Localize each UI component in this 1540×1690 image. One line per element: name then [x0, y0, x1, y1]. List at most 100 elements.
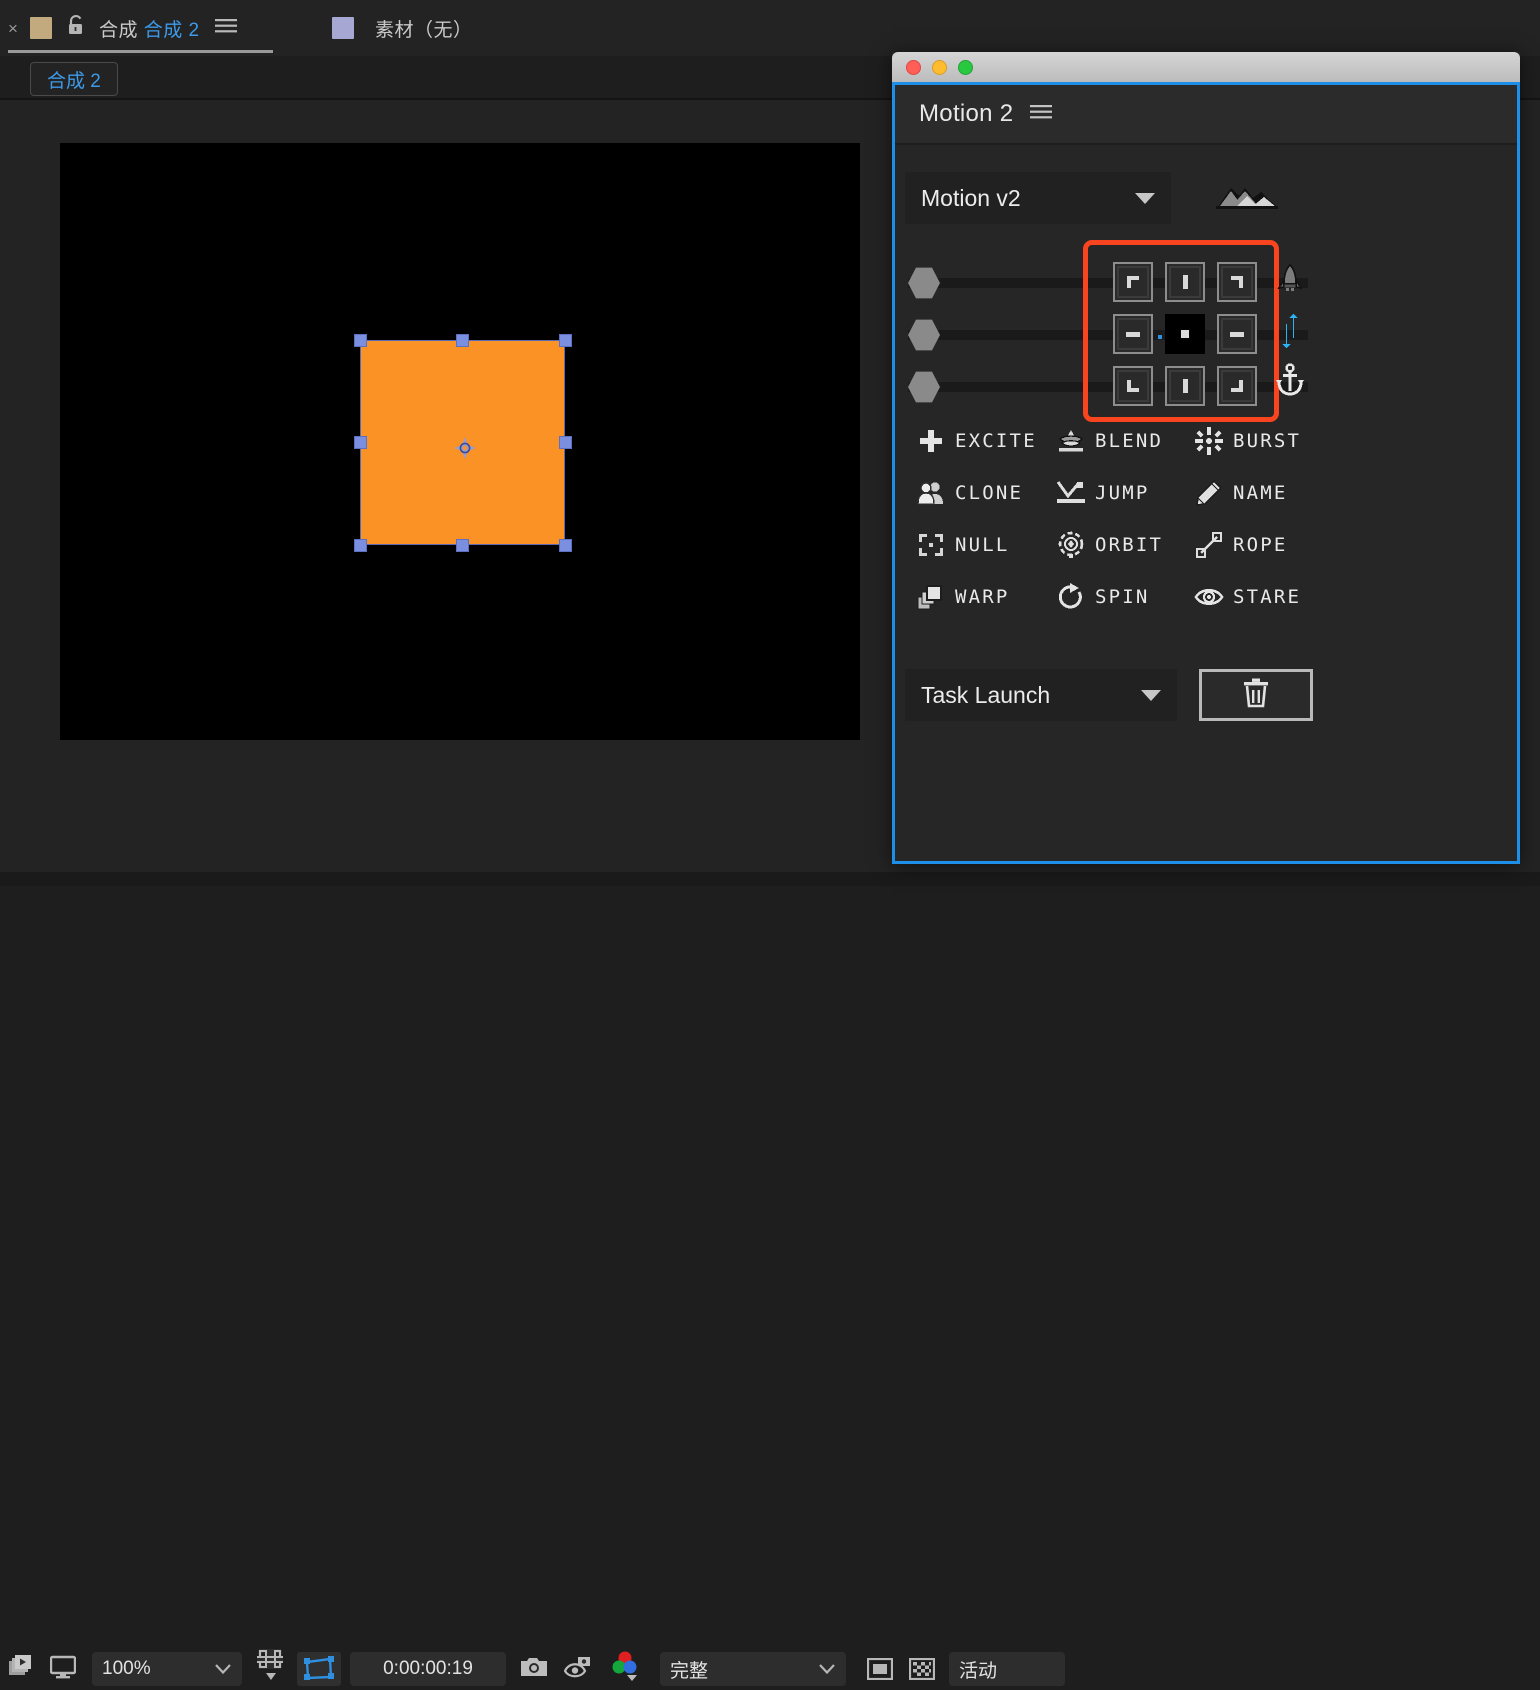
anchor-point-grid[interactable] — [1107, 256, 1263, 412]
resolution-dropdown[interactable]: 完整 — [660, 1652, 846, 1686]
take-snapshot-stack-icon[interactable] — [8, 1654, 34, 1685]
lock-icon[interactable] — [65, 14, 87, 43]
timecode-field[interactable]: 0:00:00:19 — [350, 1652, 506, 1686]
mountains-icon[interactable] — [1211, 178, 1285, 217]
tool-label: SPIN — [1095, 586, 1150, 608]
tool-excite[interactable]: EXCITE — [916, 425, 1056, 457]
zoom-level-dropdown[interactable]: 100% — [92, 1652, 242, 1686]
tab-label-prefix: 合成 — [98, 19, 138, 41]
selection-handle-middle-left[interactable] — [354, 436, 367, 449]
rocket-icon[interactable] — [1275, 263, 1305, 304]
motion-2-header: Motion 2 — [895, 85, 1517, 143]
jump-icon — [1056, 479, 1086, 507]
close-icon[interactable]: × — [8, 20, 18, 37]
task-launch-row: Task Launch — [905, 669, 1505, 721]
warp-icon — [916, 583, 946, 611]
tool-label: ORBIT — [1095, 534, 1164, 556]
tool-jump[interactable]: JUMP — [1056, 477, 1194, 509]
preset-dropdown[interactable]: Motion v2 — [905, 172, 1171, 224]
selection-handle-bottom-left[interactable] — [354, 539, 367, 552]
tool-burst[interactable]: BURST — [1194, 425, 1316, 457]
trash-icon — [1241, 677, 1271, 714]
anchor-bottom-center[interactable] — [1159, 360, 1211, 412]
monitor-icon[interactable] — [49, 1655, 77, 1684]
snapshot-camera-icon[interactable] — [520, 1655, 548, 1684]
tool-clone[interactable]: CLONE — [916, 477, 1056, 509]
selection-handle-bottom-right[interactable] — [559, 539, 572, 552]
tool-orbit[interactable]: ORBIT — [1056, 529, 1194, 561]
active-tab-underline — [8, 50, 273, 53]
clone-icon — [916, 479, 946, 507]
tool-label: NULL — [955, 534, 1010, 556]
panel-menu-icon[interactable] — [214, 17, 238, 40]
anchor-top-left[interactable] — [1107, 256, 1159, 308]
tab-footage-label: 素材（无） — [375, 19, 473, 41]
eye-icon — [1194, 583, 1224, 611]
zoom-lamp[interactable] — [958, 59, 973, 75]
tool-null[interactable]: NULL — [916, 529, 1056, 561]
close-lamp[interactable] — [906, 59, 921, 75]
slider-handle-3[interactable] — [908, 371, 940, 403]
motion-2-window[interactable]: Motion 2 Motion v2 EXCITE BLEND BURST CL… — [892, 52, 1520, 864]
zoom-level-value: 100% — [102, 1658, 151, 1679]
anchor-top-center[interactable] — [1159, 256, 1211, 308]
show-snapshot-icon[interactable] — [563, 1655, 594, 1684]
composition-canvas[interactable] — [60, 143, 860, 740]
tool-label: EXCITE — [955, 430, 1037, 452]
transparency-grid-icon[interactable] — [904, 1652, 940, 1686]
rope-icon — [1194, 531, 1224, 559]
preset-row: Motion v2 — [905, 172, 1505, 224]
anchor-point-icon[interactable] — [453, 436, 477, 460]
tab-footage[interactable]: 素材（无） — [332, 0, 473, 56]
tool-blend[interactable]: BLEND — [1056, 425, 1194, 457]
tool-rope[interactable]: ROPE — [1194, 529, 1316, 561]
tool-label: ROPE — [1233, 534, 1288, 556]
task-launch-value: Task Launch — [921, 681, 1051, 708]
anchor-middle-left[interactable] — [1107, 308, 1159, 360]
bottom-status-strip — [0, 872, 1540, 886]
selection-handle-top-left[interactable] — [354, 334, 367, 347]
resolution-value: 完整 — [670, 1660, 709, 1682]
slider-handle-2[interactable] — [908, 319, 940, 351]
delete-button[interactable] — [1199, 669, 1313, 721]
minimize-lamp[interactable] — [932, 59, 947, 75]
tab-composition[interactable]: × 合成 合成 2 — [8, 0, 238, 56]
chevron-down-icon — [819, 1664, 835, 1675]
motion-2-panel-body: Motion 2 Motion v2 EXCITE BLEND BURST CL… — [892, 82, 1520, 864]
region-label-field[interactable]: 活动 — [949, 1652, 1065, 1686]
anchor-middle-right[interactable] — [1211, 308, 1263, 360]
selection-handle-bottom-center[interactable] — [456, 539, 469, 552]
tool-label: CLONE — [955, 482, 1024, 504]
vertical-arrows-icon[interactable] — [1275, 314, 1305, 353]
tool-stare[interactable]: STARE — [1194, 581, 1316, 613]
tool-label: BLEND — [1095, 430, 1164, 452]
grid-guides-icon[interactable] — [256, 1649, 286, 1690]
blend-icon — [1056, 427, 1086, 455]
tool-name[interactable]: NAME — [1194, 477, 1316, 509]
toggle-alpha-icon[interactable] — [862, 1652, 898, 1686]
tab-composition-label: 合成 合成 2 — [99, 15, 200, 42]
selection-handle-top-right[interactable] — [559, 334, 572, 347]
composition-name-chip[interactable]: 合成 2 — [30, 62, 118, 96]
selection-dot — [1158, 335, 1162, 339]
selection-handle-middle-right[interactable] — [559, 436, 572, 449]
tool-warp[interactable]: WARP — [916, 581, 1056, 613]
tool-spin[interactable]: SPIN — [1056, 581, 1194, 613]
channel-rgb-icon[interactable] — [610, 1650, 640, 1689]
region-of-interest-icon[interactable] — [297, 1652, 341, 1686]
anchor-bottom-right[interactable] — [1211, 360, 1263, 412]
anchor-icon[interactable] — [1275, 363, 1305, 402]
anchor-center[interactable] — [1159, 308, 1211, 360]
anchor-top-right[interactable] — [1211, 256, 1263, 308]
window-title-bar[interactable] — [892, 52, 1520, 82]
tool-label: JUMP — [1095, 482, 1150, 504]
task-launch-dropdown[interactable]: Task Launch — [905, 669, 1177, 721]
anchor-bottom-left[interactable] — [1107, 360, 1159, 412]
selection-handle-top-center[interactable] — [456, 334, 469, 347]
pencil-icon — [1194, 479, 1224, 507]
side-icon-column — [1275, 263, 1305, 412]
tool-grid: EXCITE BLEND BURST CLONE JUMP NAME NULL … — [916, 425, 1316, 613]
slider-handle-1[interactable] — [908, 267, 940, 299]
region-label-value: 活动 — [959, 1660, 998, 1682]
panel-menu-icon[interactable] — [1029, 103, 1053, 126]
